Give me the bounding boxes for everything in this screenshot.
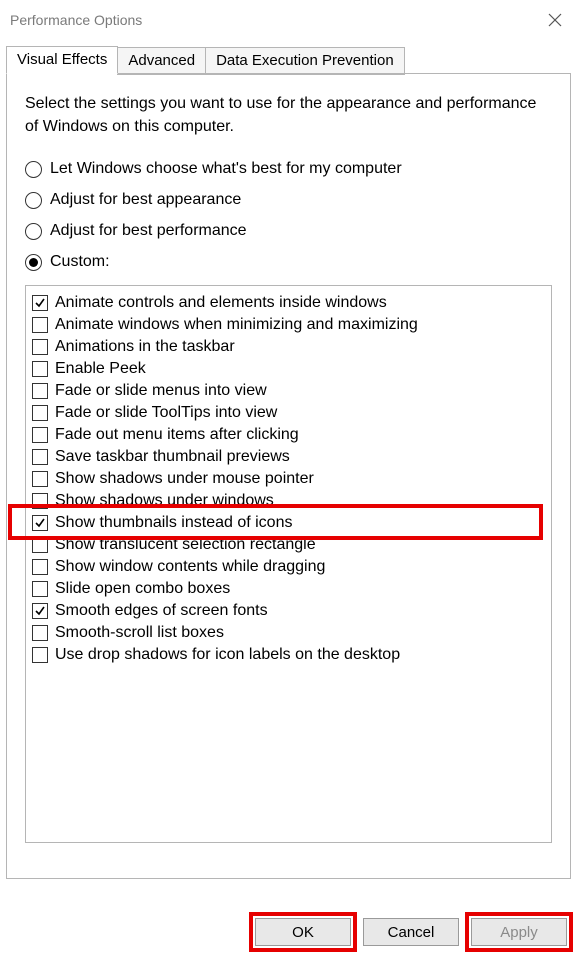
option-label: Fade or slide ToolTips into view bbox=[55, 404, 277, 422]
titlebar: Performance Options bbox=[0, 0, 577, 38]
dialog-buttons: OK Cancel Apply bbox=[255, 918, 567, 946]
checkbox-icon bbox=[32, 449, 48, 465]
radio-option[interactable]: Let Windows choose what's best for my co… bbox=[25, 160, 552, 178]
option-label: Show translucent selection rectangle bbox=[55, 536, 316, 554]
list-item[interactable]: Animations in the taskbar bbox=[30, 336, 547, 358]
checkbox-icon bbox=[32, 537, 48, 553]
list-item[interactable]: Show shadows under windows bbox=[30, 490, 547, 512]
list-item[interactable]: Use drop shadows for icon labels on the … bbox=[30, 644, 547, 666]
checkbox-icon bbox=[32, 493, 48, 509]
option-label: Animate windows when minimizing and maxi… bbox=[55, 316, 418, 334]
radio-option[interactable]: Adjust for best performance bbox=[25, 222, 552, 240]
window-title: Performance Options bbox=[10, 12, 142, 28]
intro-text: Select the settings you want to use for … bbox=[25, 92, 552, 138]
list-item[interactable]: Animate controls and elements inside win… bbox=[30, 292, 547, 314]
list-item[interactable]: Save taskbar thumbnail previews bbox=[30, 446, 547, 468]
radio-label: Custom: bbox=[50, 253, 110, 271]
option-label: Show shadows under mouse pointer bbox=[55, 470, 314, 488]
cancel-button[interactable]: Cancel bbox=[363, 918, 459, 946]
radio-icon bbox=[25, 192, 42, 209]
checkbox-icon bbox=[32, 647, 48, 663]
option-label: Fade out menu items after clicking bbox=[55, 426, 299, 444]
checkbox-icon bbox=[32, 427, 48, 443]
list-item[interactable]: Slide open combo boxes bbox=[30, 578, 547, 600]
checkbox-icon bbox=[32, 317, 48, 333]
option-label: Show window contents while dragging bbox=[55, 558, 325, 576]
checkbox-icon bbox=[32, 295, 48, 311]
radio-label: Adjust for best performance bbox=[50, 222, 247, 240]
option-label: Save taskbar thumbnail previews bbox=[55, 448, 290, 466]
list-item[interactable]: Smooth edges of screen fonts bbox=[30, 600, 547, 622]
list-item[interactable]: Fade out menu items after clicking bbox=[30, 424, 547, 446]
list-item[interactable]: Show translucent selection rectangle bbox=[30, 534, 547, 556]
option-label: Enable Peek bbox=[55, 360, 146, 378]
list-item[interactable]: Show window contents while dragging bbox=[30, 556, 547, 578]
options-list: Animate controls and elements inside win… bbox=[25, 285, 552, 843]
checkbox-icon bbox=[32, 559, 48, 575]
list-item[interactable]: Show thumbnails instead of icons bbox=[30, 512, 547, 534]
checkbox-icon bbox=[32, 405, 48, 421]
checkbox-icon bbox=[32, 471, 48, 487]
list-item[interactable]: Enable Peek bbox=[30, 358, 547, 380]
radio-icon bbox=[25, 223, 42, 240]
list-item[interactable]: Show shadows under mouse pointer bbox=[30, 468, 547, 490]
option-label: Smooth-scroll list boxes bbox=[55, 624, 224, 642]
option-label: Show thumbnails instead of icons bbox=[55, 514, 292, 532]
option-label: Smooth edges of screen fonts bbox=[55, 602, 268, 620]
radio-icon bbox=[25, 161, 42, 178]
list-item[interactable]: Smooth-scroll list boxes bbox=[30, 622, 547, 644]
checkbox-icon bbox=[32, 339, 48, 355]
option-label: Animations in the taskbar bbox=[55, 338, 235, 356]
option-label: Use drop shadows for icon labels on the … bbox=[55, 646, 400, 664]
checkbox-icon bbox=[32, 581, 48, 597]
tab-advanced[interactable]: Advanced bbox=[117, 47, 206, 75]
option-label: Fade or slide menus into view bbox=[55, 382, 267, 400]
list-item[interactable]: Animate windows when minimizing and maxi… bbox=[30, 314, 547, 336]
list-item[interactable]: Fade or slide menus into view bbox=[30, 380, 547, 402]
ok-button[interactable]: OK bbox=[255, 918, 351, 946]
radio-option[interactable]: Custom: bbox=[25, 253, 552, 271]
option-label: Slide open combo boxes bbox=[55, 580, 230, 598]
checkbox-icon bbox=[32, 515, 48, 531]
tab-panel-visual-effects: Select the settings you want to use for … bbox=[6, 73, 571, 879]
radio-icon bbox=[25, 254, 42, 271]
radio-option[interactable]: Adjust for best appearance bbox=[25, 191, 552, 209]
checkbox-icon bbox=[32, 361, 48, 377]
checkbox-icon bbox=[32, 625, 48, 641]
tabstrip: Visual EffectsAdvancedData Execution Pre… bbox=[6, 46, 577, 74]
radio-label: Adjust for best appearance bbox=[50, 191, 241, 209]
apply-button[interactable]: Apply bbox=[471, 918, 567, 946]
radio-label: Let Windows choose what's best for my co… bbox=[50, 160, 402, 178]
tab-data-execution-prevention[interactable]: Data Execution Prevention bbox=[205, 47, 405, 75]
close-icon[interactable] bbox=[543, 8, 567, 32]
checkbox-icon bbox=[32, 383, 48, 399]
radio-group: Let Windows choose what's best for my co… bbox=[25, 160, 552, 271]
checkbox-icon bbox=[32, 603, 48, 619]
list-item[interactable]: Fade or slide ToolTips into view bbox=[30, 402, 547, 424]
option-label: Animate controls and elements inside win… bbox=[55, 294, 387, 312]
option-label: Show shadows under windows bbox=[55, 492, 274, 510]
tab-visual-effects[interactable]: Visual Effects bbox=[6, 46, 118, 74]
